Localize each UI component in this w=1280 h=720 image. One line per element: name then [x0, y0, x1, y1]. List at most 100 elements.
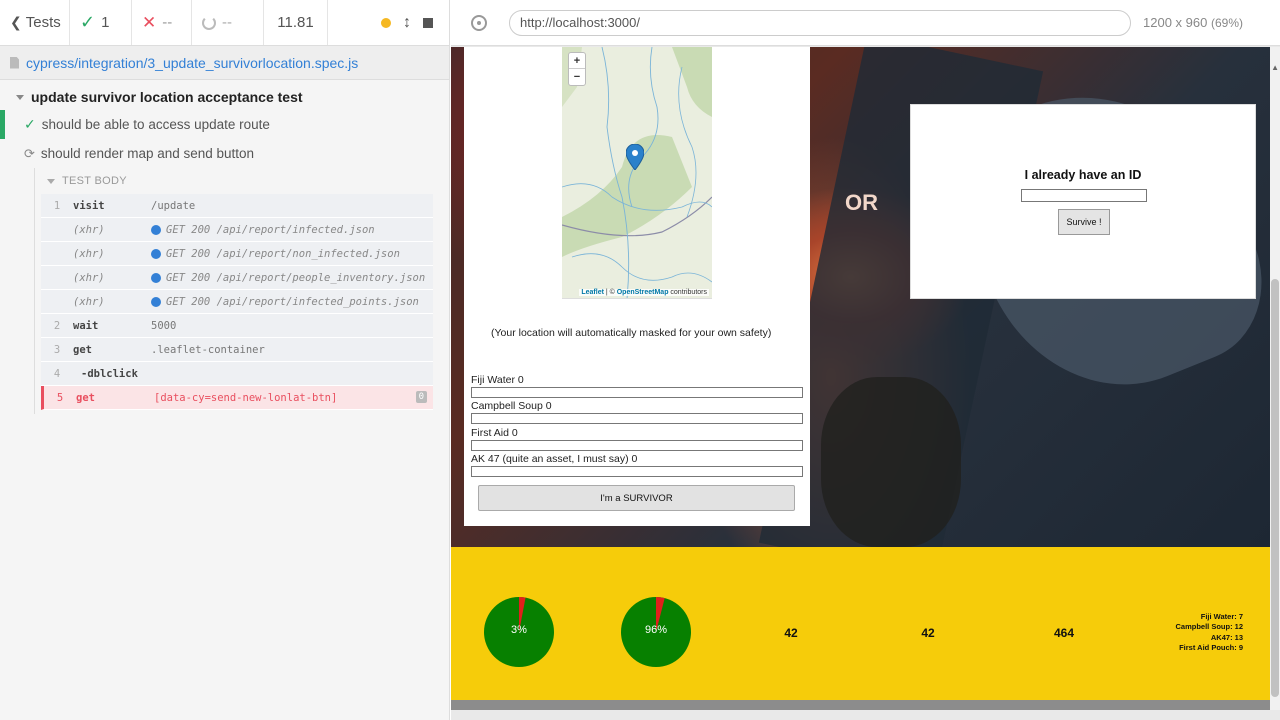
url-bar[interactable]: http://localhost:3000/ — [509, 9, 1131, 36]
xhr-dot-icon — [151, 296, 161, 307]
stat-number: 42 — [784, 626, 798, 640]
scrollbar-thumb[interactable] — [1271, 279, 1279, 697]
attribution-contributors: contributors — [668, 289, 707, 296]
x-icon: ✕ — [142, 12, 157, 32]
command-row[interactable]: 2 wait 5000 — [41, 314, 433, 338]
xhr-dot-icon — [151, 248, 161, 259]
cypress-reporter: ❮ Tests ✓ 1 ✕ -- -- 11.81 ↕ cypress/inte… — [0, 0, 450, 720]
passed-stat: ✓ 1 — [70, 0, 132, 45]
test-body-label: TEST BODY — [62, 175, 127, 187]
im-a-survivor-button[interactable]: I'm a SURVIVOR — [478, 485, 795, 511]
leaflet-link[interactable]: Leaflet — [581, 289, 604, 296]
chevron-left-icon: ❮ — [10, 14, 22, 30]
inventory-input[interactable] — [471, 440, 803, 451]
test-title: should render map and send button — [40, 146, 255, 161]
aut-scrollbar[interactable]: ▲ — [1270, 47, 1280, 710]
inventory-item-campbell-soup: Campbell Soup 0 — [471, 400, 803, 424]
spec-file-link[interactable]: cypress/integration/3_update_survivorloc… — [26, 55, 358, 71]
stat-number: 42 — [921, 626, 935, 640]
suite-title[interactable]: update survivor location acceptance test — [0, 84, 449, 110]
test-row-running[interactable]: ⟳ should render map and send button — [0, 139, 449, 168]
existing-id-card: I already have an ID Survive ! — [910, 104, 1256, 299]
test-body: TEST BODY 1 visit /update (xhr) GET 200 … — [34, 168, 433, 414]
test-body-header[interactable]: TEST BODY — [35, 168, 433, 194]
stats-band: 3% 96% 42 42 464 Fiji Water: 7 Campbell … — [451, 547, 1270, 710]
viewport-info: 1200 x 960 (69%) — [1143, 15, 1243, 30]
selector-playground-icon[interactable] — [471, 14, 487, 31]
inventory-input[interactable] — [471, 387, 803, 398]
suite-title-text: update survivor location acceptance test — [31, 89, 303, 105]
hero-figure-person — [821, 377, 961, 547]
page-footer-strip — [451, 700, 1270, 710]
command-row[interactable]: 1 visit /update — [41, 194, 433, 218]
inventory-stat-line: Fiji Water: 7 — [1200, 612, 1243, 621]
leaflet-map[interactable]: + − Leaflet | © OpenStreetMap contributo… — [562, 47, 712, 299]
command-name: visit — [73, 199, 105, 212]
command-row-xhr[interactable]: (xhr) GET 200 /api/report/infected.json — [41, 218, 433, 242]
command-name: (xhr) — [73, 295, 105, 308]
pending-stat: -- — [192, 0, 264, 45]
command-message: GET 200 /api/report/people_inventory.jso… — [151, 272, 425, 284]
command-name: get — [76, 391, 95, 404]
inventory-input[interactable] — [471, 413, 803, 424]
viewport-zoom: (69%) — [1210, 16, 1243, 30]
survive-button[interactable]: Survive ! — [1058, 209, 1110, 235]
aut-header: http://localhost:3000/ 1200 x 960 (69%) — [451, 0, 1280, 46]
command-name: get — [73, 343, 92, 356]
command-number: 1 — [53, 199, 61, 212]
command-message: [data-cy=send-new-lonlat-btn] — [154, 391, 338, 404]
pending-spinner-icon — [202, 15, 216, 30]
map-marker-icon[interactable] — [626, 144, 644, 170]
test-row-passed[interactable]: ✓ should be able to access update route — [0, 110, 449, 139]
element-count-badge: 0 — [415, 391, 427, 403]
command-row-xhr[interactable]: (xhr) GET 200 /api/report/people_invento… — [41, 266, 433, 290]
command-name: -dblclick — [81, 367, 138, 380]
inventory-stat-line: First Aid Pouch: 9 — [1179, 642, 1243, 652]
viewport-size: 1200 x 960 — [1143, 15, 1208, 30]
refresh-icon: ⟳ — [24, 145, 35, 161]
command-number: 3 — [53, 343, 61, 356]
command-row-xhr[interactable]: (xhr) GET 200 /api/report/infected_point… — [41, 290, 433, 314]
duration: 11.81 — [264, 0, 328, 45]
command-row-xhr[interactable]: (xhr) GET 200 /api/report/non_infected.j… — [41, 242, 433, 266]
xhr-message: GET 200 /api/report/infected.json — [166, 223, 375, 236]
app-under-test-panel: http://localhost:3000/ 1200 x 960 (69%) … — [451, 0, 1280, 720]
survivor-id-input[interactable] — [1021, 189, 1147, 202]
running-status-icon — [381, 17, 391, 28]
inventory-item-ak47: AK 47 (quite an asset, I must say) 0 — [471, 453, 803, 477]
command-row[interactable]: 3 get .leaflet-container — [41, 338, 433, 362]
xhr-message: GET 200 /api/report/people_inventory.jso… — [166, 271, 426, 284]
infected-pie-label: 3% — [511, 624, 527, 636]
check-icon: ✓ — [80, 12, 96, 32]
hero-background: OR + − Leaflet | © OpenStreetMap contrib… — [451, 47, 1270, 547]
test-title: should be able to access update route — [41, 117, 270, 132]
command-message: /update — [151, 199, 196, 212]
inventory-label: Campbell Soup 0 — [471, 400, 552, 412]
attribution-separator: | © — [603, 289, 617, 296]
location-mask-note: (Your location will automatically masked… — [491, 327, 772, 339]
existing-id-title: I already have an ID — [1024, 168, 1142, 182]
collapse-triangle-icon — [47, 178, 55, 184]
command-number: 5 — [56, 391, 64, 404]
command-name: (xhr) — [73, 247, 105, 260]
command-row-child[interactable]: 4 -dblclick — [41, 362, 433, 386]
osm-link[interactable]: OpenStreetMap — [617, 289, 669, 296]
map-attribution: Leaflet | © OpenStreetMap contributors — [579, 289, 709, 296]
command-name: (xhr) — [73, 271, 105, 284]
command-name: (xhr) — [73, 223, 105, 236]
zoom-out-button[interactable]: − — [569, 69, 585, 85]
tests-back-button[interactable]: ❮ Tests — [0, 0, 70, 45]
command-message: GET 200 /api/report/infected.json — [151, 224, 375, 236]
inventory-input[interactable] — [471, 466, 803, 477]
zoom-control: + − — [568, 52, 586, 86]
auto-scroll-toggle-icon[interactable]: ↕ — [403, 14, 411, 32]
command-name: wait — [73, 319, 99, 332]
scroll-up-arrow-icon[interactable]: ▲ — [1271, 63, 1279, 72]
check-icon: ✓ — [24, 116, 36, 132]
command-row-failed[interactable]: 5 get [data-cy=send-new-lonlat-btn] 0 — [41, 386, 433, 410]
inventory-label: Fiji Water 0 — [471, 374, 524, 386]
command-message: 5000 — [151, 319, 177, 332]
xhr-dot-icon — [151, 272, 161, 283]
stop-button[interactable] — [423, 17, 433, 28]
zoom-in-button[interactable]: + — [569, 53, 585, 69]
